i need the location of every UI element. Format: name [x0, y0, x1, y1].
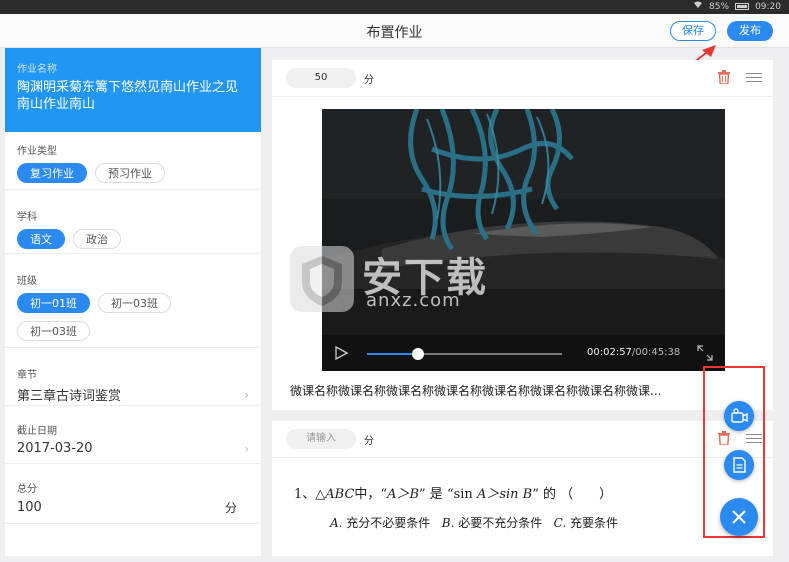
status-bar: 85% 09:20	[0, 0, 789, 14]
add-video-button[interactable]	[724, 401, 754, 431]
class-section: 班级 初一01班 初一03班 初一03班	[5, 254, 261, 348]
total-score-label: 总分	[17, 484, 37, 495]
type-chip-preview[interactable]: 预习作业	[95, 163, 165, 183]
video-question-card: 50 分 00:02:57/00:45:38 微课名称微课名称微课名称微课名称微…	[272, 60, 773, 410]
class-label: 班级	[17, 276, 37, 287]
chapter-value: 第三章古诗词鉴赏	[17, 389, 122, 404]
question-options: A. 充分不必要条件 B. 必要不充分条件 C. 充要条件	[330, 516, 619, 530]
question-text: 1、△ABC中，“A＞B” 是 “sin A＞sin B” 的 （ ）	[294, 487, 613, 502]
score-input[interactable]: 请输入	[286, 429, 356, 449]
total-score-row[interactable]: 总分 100 分	[5, 464, 261, 524]
deadline-row[interactable]: 截止日期 2017-03-20 ›	[5, 406, 261, 464]
score-unit: 分	[364, 436, 374, 447]
score-unit: 分	[364, 75, 374, 86]
video-caption: 微课名称微课名称微课名称微课名称微课名称微课名称微课名称微课...	[290, 384, 662, 398]
total-score-unit: 分	[224, 501, 237, 515]
score-input[interactable]: 50	[286, 68, 356, 88]
video-progress-fill	[367, 353, 418, 355]
choice-question-card: 请输入 分 1、△ABC中，“A＞B” 是 “sin A＞sin B” 的 （ …	[272, 421, 773, 556]
class-chip-3[interactable]: 初一03班	[17, 321, 90, 341]
assignment-name-label: 作业名称	[17, 64, 57, 75]
divider	[272, 457, 773, 458]
assignment-settings-panel: 作业名称 陶渊明采菊东篱下悠然见南山作业之见南山作业南山 作业类型 复习作业 预…	[5, 48, 261, 556]
save-button[interactable]: 保存	[670, 21, 716, 41]
chapter-row[interactable]: 章节 第三章古诗词鉴赏 ›	[5, 348, 261, 406]
subject-chip-chinese[interactable]: 语文	[17, 229, 65, 249]
top-bar: 布置作业 保存 发布	[0, 14, 789, 48]
battery-percent: 85%	[709, 1, 730, 12]
video-time-current: 00:02:57	[587, 347, 632, 358]
video-controls: 00:02:57/00:45:38	[322, 335, 725, 371]
total-score-value[interactable]: 100	[17, 500, 42, 515]
subject-section: 学科 语文 政治	[5, 190, 261, 254]
document-icon	[733, 457, 746, 473]
deadline-label: 截止日期	[17, 426, 57, 437]
battery-icon	[735, 3, 750, 10]
video-progress-handle[interactable]	[411, 348, 424, 360]
subject-label: 学科	[17, 212, 37, 223]
video-progress-track[interactable]	[367, 353, 562, 355]
type-section: 作业类型 复习作业 预习作业	[5, 132, 261, 190]
video-camera-icon	[731, 408, 748, 423]
video-player[interactable]: 00:02:57/00:45:38	[322, 109, 725, 371]
chevron-right-icon: ›	[244, 441, 249, 456]
wifi-icon	[693, 1, 703, 12]
menu-icon[interactable]	[746, 73, 762, 85]
close-icon	[732, 510, 746, 524]
video-time-total: /00:45:38	[631, 347, 681, 358]
type-chip-review[interactable]: 复习作业	[17, 163, 87, 183]
type-label: 作业类型	[17, 146, 57, 157]
chevron-right-icon: ›	[244, 387, 249, 402]
watermark-logo	[290, 246, 354, 312]
publish-button[interactable]: 发布	[727, 21, 773, 41]
class-chip-2[interactable]: 初一03班	[98, 293, 171, 313]
close-fab-button[interactable]	[720, 498, 758, 536]
divider	[272, 96, 773, 97]
play-icon[interactable]	[334, 346, 348, 360]
deadline-value: 2017-03-20	[17, 441, 93, 456]
watermark-url: anxz.com	[366, 290, 461, 311]
assignment-name-field[interactable]: 作业名称 陶渊明采菊东篱下悠然见南山作业之见南山作业南山	[5, 48, 261, 132]
class-chip-1[interactable]: 初一01班	[17, 293, 90, 313]
add-document-button[interactable]	[724, 450, 754, 480]
subject-chip-politics[interactable]: 政治	[73, 229, 121, 249]
fullscreen-icon[interactable]	[697, 345, 713, 361]
trash-icon[interactable]	[718, 70, 730, 84]
video-time: 00:02:57/00:45:38	[587, 347, 680, 358]
chapter-label: 章节	[17, 370, 37, 381]
clock: 09:20	[755, 1, 781, 12]
assignment-name-value: 陶渊明采菊东篱下悠然见南山作业之见南山作业南山	[17, 80, 239, 112]
